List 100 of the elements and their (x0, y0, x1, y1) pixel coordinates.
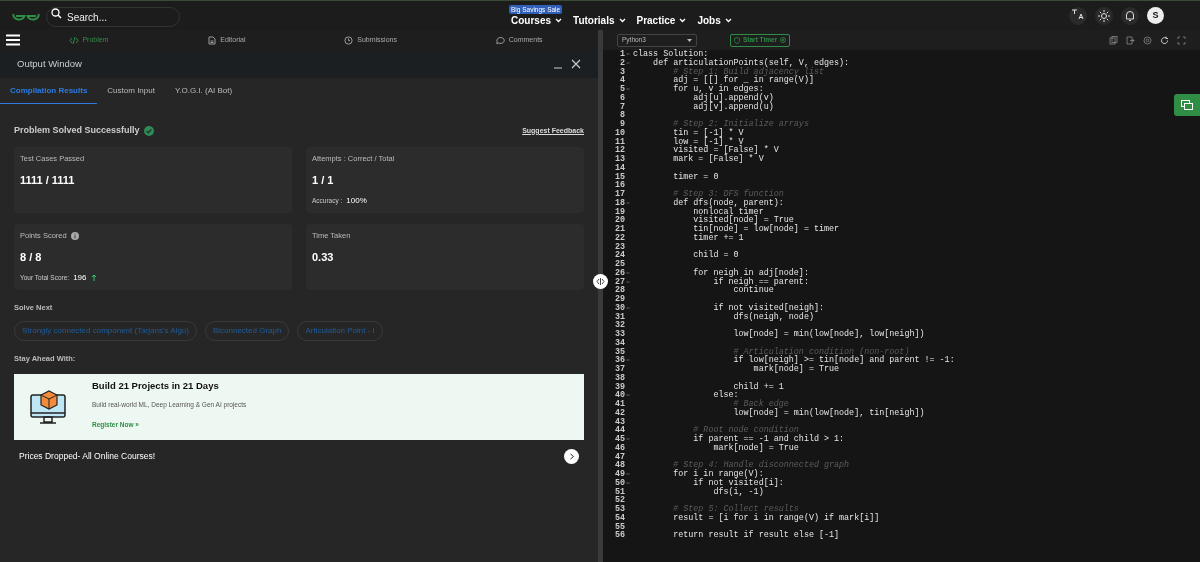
promo-title: Build 21 Projects in 21 Days (92, 379, 220, 393)
stat-sub-value: 196 (73, 271, 87, 284)
output-tab[interactable]: Compilation Results (0, 78, 98, 104)
chevron-down-icon (679, 17, 687, 23)
reset-icon[interactable] (1160, 35, 1169, 45)
fold-icon[interactable] (625, 85, 631, 93)
chevron-down-icon (724, 17, 732, 23)
code-line: class Solution: (633, 50, 709, 59)
line-number: 44 (613, 426, 625, 435)
line-number: 39 (613, 382, 625, 392)
comment-icon (495, 35, 506, 45)
line-number: 43 (613, 417, 625, 427)
code-comment: # Step 3: DFS function (672, 190, 784, 199)
code-line: low[node] = min(low[node], low[neigh]) (732, 330, 925, 339)
line-number: 31 (613, 312, 625, 322)
line-number: 36 (613, 356, 625, 365)
line-number: 53 (613, 505, 625, 514)
line-number: 12 (613, 146, 625, 155)
line-number: 1 (618, 50, 625, 59)
code-line: def articulationPoints(self, V, edges): (652, 58, 850, 68)
line-number: 30 (613, 303, 625, 313)
code-line: adj[v].append(u) (692, 102, 774, 112)
line-number: 27 (613, 277, 625, 287)
line-number: 5 (618, 85, 625, 94)
code-line: dfs(neigh, node) (732, 312, 814, 322)
line-number: 22 (613, 233, 625, 243)
stat-value: 1 / 1 (312, 173, 335, 189)
line-number: 7 (618, 102, 625, 112)
code-line: if not visited[neigh]: (712, 303, 824, 313)
document-icon (207, 35, 218, 45)
line-number: 29 (613, 295, 625, 304)
line-number: 35 (613, 347, 625, 357)
code-comment: # Step 2: Initialize arrays (672, 120, 809, 129)
fold-icon[interactable] (625, 470, 631, 478)
line-number: 4 (618, 76, 625, 85)
code-line: if neigh == parent: (712, 277, 809, 287)
line-number: 17 (613, 190, 625, 199)
line-number: 19 (613, 207, 625, 217)
line-number: 42 (613, 408, 625, 418)
copy-icon[interactable] (1109, 35, 1118, 45)
code-comment: # Back edge (732, 400, 789, 409)
settings-icon[interactable] (1143, 35, 1152, 45)
line-number: 56 (613, 531, 625, 540)
nav-menu-item[interactable]: Practice (636, 12, 687, 28)
code-line: dfs(i, -1) (712, 487, 764, 497)
code-line: adj[u].append(v) (692, 93, 774, 103)
line-number: 6 (618, 93, 625, 103)
line-number: 3 (618, 67, 625, 77)
line-number: 14 (613, 163, 625, 173)
search-field[interactable]: Search... (46, 7, 180, 27)
output-tab[interactable]: Y.O.G.I. (AI Bot) (164, 78, 243, 104)
nav-menu-item[interactable]: Tutorials (573, 12, 626, 28)
line-number: 54 (613, 513, 625, 523)
line-number: 2 (618, 58, 625, 68)
line-number: 38 (613, 373, 625, 383)
output-tab[interactable]: Custom Input (97, 78, 165, 104)
code-line: continue (733, 286, 774, 295)
user-avatar[interactable]: S (1147, 7, 1164, 24)
check-circle-icon (143, 126, 154, 136)
clock-icon (344, 35, 355, 45)
line-number: 15 (613, 172, 625, 182)
fold-icon[interactable] (625, 435, 631, 443)
line-number: 20 (613, 216, 625, 225)
timer-icon (780, 37, 787, 43)
import-icon[interactable] (1126, 35, 1135, 45)
code-line: visited[node] = True (692, 216, 794, 225)
chat-button[interactable] (1174, 94, 1200, 116)
code-line: visited = [False] * V (672, 146, 779, 155)
code-line: child = 0 (692, 251, 739, 260)
code-line: else: (712, 391, 739, 400)
chevron-right-icon (568, 453, 575, 460)
shield-icon (734, 36, 740, 44)
line-number: 55 (613, 522, 625, 532)
line-number: 45 (613, 435, 625, 444)
line-number: 32 (613, 321, 625, 330)
menu-icon[interactable] (6, 34, 20, 46)
line-number: 8 (618, 111, 625, 120)
code-line: result = [i for i in range(V) if mark[i]] (672, 513, 880, 523)
code-comment: # Step 5: Collect results (672, 505, 799, 514)
line-number: 24 (613, 251, 625, 260)
code-comment: # Step 4: Handle disconnected graph (672, 461, 850, 470)
fullscreen-icon[interactable] (1177, 35, 1186, 45)
code-line: tin[node] = low[node] = timer (692, 225, 840, 234)
line-number: 9 (618, 120, 625, 129)
code-line: timer = 0 (672, 172, 719, 182)
next-button[interactable] (564, 449, 579, 464)
line-number: 46 (613, 443, 625, 453)
status-message: Problem Solved Successfully (14, 124, 140, 138)
code-line: for u, v in edges: (672, 85, 764, 94)
code-line: def dfs(node, parent): (672, 198, 784, 208)
line-number: 10 (613, 128, 625, 138)
fold-icon[interactable] (625, 50, 631, 58)
code-line: return result if result else [-1] (672, 531, 840, 540)
code-line: low[node] = min(low[node], tin[neigh]) (732, 408, 925, 418)
nav-menu-item[interactable]: Jobs (697, 12, 732, 28)
code-line: tin = [-1] * V (672, 128, 744, 138)
code-line: child += 1 (733, 382, 784, 392)
code-line: if low[neigh] >= tin[node] and parent != -1: (732, 356, 955, 365)
close-icon[interactable] (571, 59, 581, 69)
stat-value: 8 / 8 (20, 250, 43, 266)
